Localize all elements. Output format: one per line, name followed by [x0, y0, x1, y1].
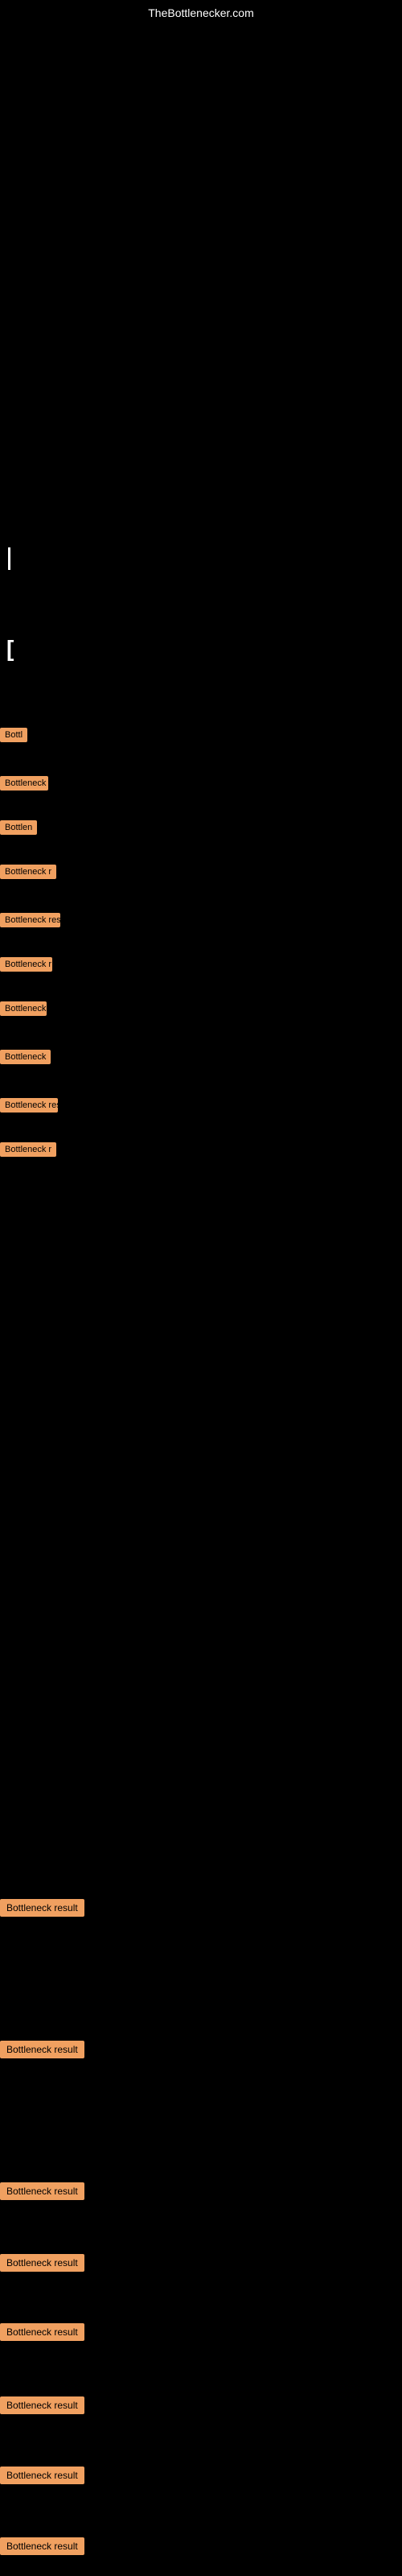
bottleneck-badge-6[interactable]: Bottleneck r [0, 957, 52, 972]
cursor-indicator [8, 547, 10, 570]
bottleneck-badge-11[interactable]: Bottleneck result [0, 1899, 84, 1917]
bottleneck-badge-12[interactable]: Bottleneck result [0, 2041, 84, 2058]
bottleneck-badge-14[interactable]: Bottleneck result [0, 2254, 84, 2272]
bottleneck-badge-5[interactable]: Bottleneck res [0, 913, 60, 927]
bottleneck-badge-2[interactable]: Bottleneck [0, 776, 48, 791]
bottleneck-badge-1[interactable]: Bottl [0, 728, 27, 742]
bottleneck-badge-16[interactable]: Bottleneck result [0, 2396, 84, 2414]
bottleneck-badge-3[interactable]: Bottlen [0, 820, 37, 835]
bottleneck-badge-17[interactable]: Bottleneck result [0, 2467, 84, 2484]
site-title: TheBottlenecker.com [148, 6, 254, 19]
bottleneck-badge-15[interactable]: Bottleneck result [0, 2323, 84, 2341]
bottleneck-badge-18[interactable]: Bottleneck result [0, 2537, 84, 2555]
bottleneck-badge-7[interactable]: Bottleneck re [0, 1001, 47, 1016]
bottleneck-badge-13[interactable]: Bottleneck result [0, 2182, 84, 2200]
bracket-indicator: [ [6, 636, 14, 662]
bottleneck-badge-8[interactable]: Bottleneck [0, 1050, 51, 1064]
bottleneck-badge-9[interactable]: Bottleneck resu [0, 1098, 58, 1113]
bottleneck-badge-4[interactable]: Bottleneck r [0, 865, 56, 879]
bottleneck-badge-10[interactable]: Bottleneck r [0, 1142, 56, 1157]
